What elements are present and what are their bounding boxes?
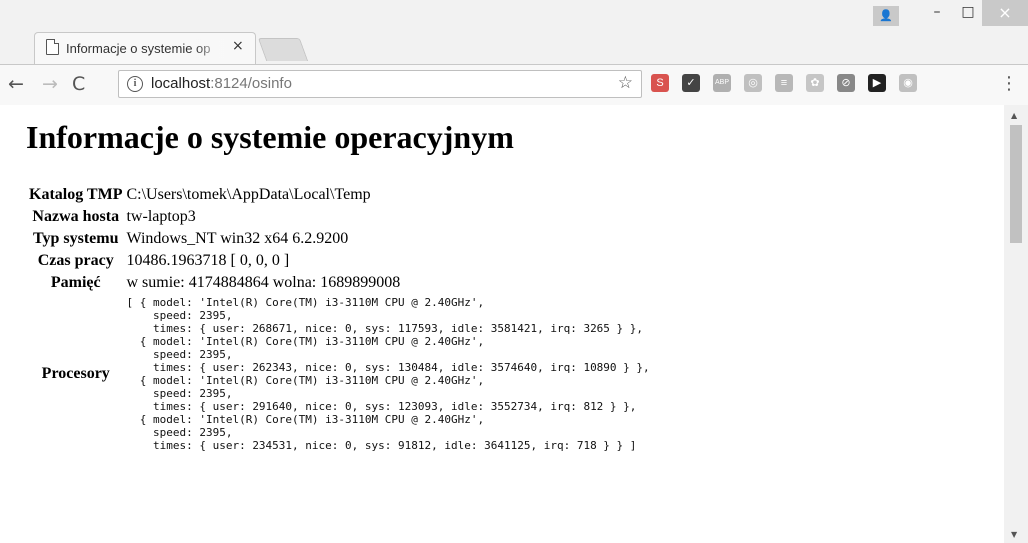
os-info-table: Katalog TMP C:\Users\tomek\AppData\Local\… xyxy=(26,183,653,455)
cpu-details: [ { model: 'Intel(R) Core(TM) i3-3110M C… xyxy=(126,296,650,452)
table-row: Katalog TMP C:\Users\tomek\AppData\Local\… xyxy=(28,185,651,205)
user-icon[interactable]: 👤 xyxy=(873,6,899,26)
table-row: Pamięć w sumie: 4174884864 wolna: 1689899… xyxy=(28,273,651,293)
info-icon[interactable]: i xyxy=(127,76,143,92)
table-row: Procesory [ { model: 'Intel(R) Core(TM) i… xyxy=(28,295,651,453)
row-label: Typ systemu xyxy=(32,230,119,247)
row-label: Czas pracy xyxy=(37,252,114,269)
maximize-button[interactable]: □ xyxy=(955,4,981,24)
cpu-value: [ { model: 'Intel(R) Core(TM) i3-3110M C… xyxy=(125,295,650,453)
row-label: Katalog TMP xyxy=(29,186,123,203)
link-extension-icon[interactable]: ⊘ xyxy=(837,74,855,92)
table-row: Czas pracy 10486.1963718 [ 0, 0, 0 ] xyxy=(28,251,651,271)
page-icon xyxy=(46,39,59,55)
url-host: localhost xyxy=(151,75,211,92)
row-label: Nazwa hosta xyxy=(32,208,120,225)
row-value: C:\Users\tomek\AppData\Local\Temp xyxy=(126,186,371,203)
row-value: 10486.1963718 [ 0, 0, 0 ] xyxy=(126,252,290,269)
new-tab-button[interactable] xyxy=(257,38,309,61)
cpu-label: Procesory xyxy=(41,365,110,382)
scroll-down-icon[interactable]: ▼ xyxy=(1011,530,1017,539)
scroll-thumb[interactable] xyxy=(1010,125,1022,243)
vertical-scrollbar[interactable]: ▲ ▼ xyxy=(1004,105,1028,543)
page-title: Informacje o systemie operacyjnym xyxy=(26,119,514,155)
row-value: Windows_NT win32 x64 6.2.9200 xyxy=(126,230,349,247)
minimize-button[interactable]: – xyxy=(924,4,950,24)
page-content: Informacje o systemie operacyjnym Katalo… xyxy=(0,105,1004,543)
menu-icon[interactable]: ⋮ xyxy=(1000,73,1018,94)
play-extension-icon[interactable]: ▶ xyxy=(868,74,886,92)
url-text[interactable]: localhost:8124/osinfo xyxy=(151,75,292,92)
table-row: Typ systemu Windows_NT win32 x64 6.2.9200 xyxy=(28,229,651,249)
table-row: Nazwa hosta tw-laptop3 xyxy=(28,207,651,227)
browser-toolbar: ← → C i localhost:8124/osinfo ☆ S ✓ ABP ◎ ≡ ✿… xyxy=(0,64,1028,106)
back-button[interactable]: ← xyxy=(8,73,24,95)
row-label: Pamięć xyxy=(50,274,101,291)
sync-extension-icon[interactable]: ◉ xyxy=(899,74,917,92)
checkmark-extension-icon[interactable]: ✓ xyxy=(682,74,700,92)
browser-window: Informacje o systemie op × 👤 – □ × ← → C… xyxy=(0,0,1028,543)
close-window-button[interactable]: × xyxy=(982,0,1028,26)
row-value: w sumie: 4174884864 wolna: 1689899008 xyxy=(126,274,401,291)
adblock-icon[interactable]: ABP xyxy=(713,74,731,92)
badge-extension-icon[interactable]: ✿ xyxy=(806,74,824,92)
tab-title-fade xyxy=(195,38,225,58)
s-extension-icon[interactable]: S xyxy=(651,74,669,92)
reload-button[interactable]: C xyxy=(72,73,85,95)
tab-close-icon[interactable]: × xyxy=(232,38,244,54)
database-extension-icon[interactable]: ≡ xyxy=(775,74,793,92)
circle-extension-icon[interactable]: ◎ xyxy=(744,74,762,92)
bookmark-star-icon[interactable]: ☆ xyxy=(618,73,633,93)
scroll-up-icon[interactable]: ▲ xyxy=(1011,111,1017,120)
row-value: tw-laptop3 xyxy=(126,208,196,225)
address-bar[interactable]: i localhost:8124/osinfo ☆ xyxy=(118,70,642,98)
url-path: :8124/osinfo xyxy=(210,75,292,92)
forward-button[interactable]: → xyxy=(42,73,58,95)
